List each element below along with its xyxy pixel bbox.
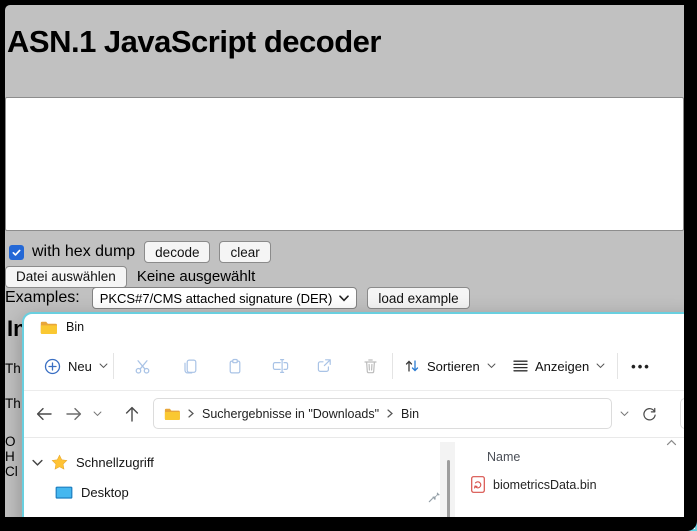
view-button[interactable]: Anzeigen bbox=[513, 352, 605, 380]
clipped-list-text: O bbox=[5, 434, 16, 449]
explorer-tab-bin[interactable]: Bin bbox=[40, 320, 84, 334]
share-icon bbox=[316, 358, 332, 374]
decode-controls-row: with hex dump decode clear bbox=[5, 241, 271, 263]
hex-dump-checkbox[interactable] bbox=[9, 245, 24, 260]
clipped-list-text: H bbox=[5, 449, 15, 464]
explorer-tab-bar: Bin bbox=[24, 314, 695, 342]
sidebar-item-label: Desktop bbox=[81, 485, 129, 500]
clear-button[interactable]: clear bbox=[219, 241, 270, 263]
column-header-name[interactable]: Name bbox=[487, 450, 520, 464]
sort-button-label: Sortieren bbox=[427, 359, 480, 374]
search-box[interactable] bbox=[680, 398, 697, 429]
arrow-up-icon bbox=[125, 406, 139, 422]
arrow-right-icon bbox=[66, 407, 82, 421]
view-button-label: Anzeigen bbox=[535, 359, 589, 374]
chevron-down-icon bbox=[487, 363, 496, 369]
explorer-content: Schnellzugriff Desktop bbox=[24, 438, 695, 531]
plus-circle-icon bbox=[44, 358, 61, 375]
new-button[interactable]: Neu bbox=[38, 352, 114, 380]
clipped-paragraph-text: Th bbox=[5, 361, 21, 376]
file-name: biometricsData.bin bbox=[493, 478, 597, 492]
sidebar-item-label: Schnellzugriff bbox=[76, 455, 154, 470]
toolbar-divider bbox=[392, 353, 393, 379]
chevron-down-icon bbox=[596, 363, 605, 369]
more-options-button[interactable]: ••• bbox=[628, 356, 654, 376]
back-button[interactable] bbox=[34, 404, 54, 424]
horizontal-scrollbar[interactable] bbox=[30, 517, 442, 522]
star-icon bbox=[51, 454, 68, 471]
screenshot-stage: ASN.1 JavaScript decoder with hex dump d… bbox=[0, 0, 697, 531]
sidebar-item-desktop[interactable]: Desktop bbox=[55, 485, 129, 500]
sidebar-scrollbar-thumb[interactable] bbox=[447, 460, 450, 531]
chevron-up-icon bbox=[666, 439, 677, 446]
file-explorer-window: Bin Neu bbox=[22, 312, 697, 531]
new-button-label: Neu bbox=[68, 359, 92, 374]
paste-button[interactable] bbox=[225, 356, 245, 376]
address-dropdown-button[interactable] bbox=[616, 404, 632, 424]
view-lines-icon bbox=[513, 359, 528, 373]
chevron-down-icon bbox=[99, 363, 108, 369]
copy-button[interactable] bbox=[180, 356, 200, 376]
bin-file-icon bbox=[471, 476, 485, 493]
chevron-down-icon bbox=[620, 411, 629, 417]
paste-icon bbox=[227, 358, 243, 375]
chevron-right-icon bbox=[188, 409, 194, 418]
chevron-right-icon bbox=[387, 409, 393, 418]
decode-button[interactable]: decode bbox=[144, 241, 210, 263]
examples-row: Examples: PKCS#7/CMS attached signature … bbox=[5, 287, 470, 309]
file-input-row: Datei auswählen Keine ausgewählt bbox=[5, 266, 255, 287]
refresh-icon bbox=[642, 407, 657, 422]
asn1-input-textarea[interactable] bbox=[5, 97, 684, 231]
file-status-text: Keine ausgewählt bbox=[137, 268, 255, 285]
examples-label: Examples: bbox=[5, 289, 80, 307]
checkmark-icon bbox=[11, 247, 22, 258]
desktop-icon bbox=[55, 486, 73, 500]
explorer-toolbar: Neu bbox=[24, 342, 695, 391]
rename-button[interactable] bbox=[270, 356, 290, 376]
copy-icon bbox=[182, 358, 198, 375]
explorer-address-bar: Suchergebnisse in "Downloads" Bin bbox=[24, 391, 695, 438]
page-title: ASN.1 JavaScript decoder bbox=[7, 24, 381, 60]
breadcrumb-search-results[interactable]: Suchergebnisse in "Downloads" bbox=[202, 407, 379, 421]
arrow-left-icon bbox=[36, 407, 52, 421]
file-row-biometricsdata[interactable]: biometricsData.bin bbox=[471, 476, 597, 493]
clipped-paragraph-text: Th bbox=[5, 396, 21, 411]
recent-locations-button[interactable] bbox=[90, 404, 104, 424]
chevron-down-icon bbox=[339, 295, 349, 302]
toolbar-divider bbox=[617, 353, 618, 379]
cut-button[interactable] bbox=[132, 356, 152, 376]
sort-button[interactable]: Sortieren bbox=[404, 352, 496, 380]
file-list-scroll-up[interactable] bbox=[666, 439, 677, 446]
delete-button[interactable] bbox=[360, 356, 380, 376]
share-icon-button[interactable] bbox=[314, 356, 334, 376]
hex-dump-label: with hex dump bbox=[32, 243, 135, 261]
load-example-button[interactable]: load example bbox=[367, 287, 469, 309]
folder-icon bbox=[164, 408, 180, 420]
sidebar-item-quick-access[interactable]: Schnellzugriff bbox=[32, 454, 154, 471]
breadcrumb-bin[interactable]: Bin bbox=[401, 407, 419, 421]
chevron-down-icon bbox=[32, 459, 43, 467]
examples-select-value: PKCS#7/CMS attached signature (DER) bbox=[100, 291, 333, 306]
forward-button[interactable] bbox=[64, 404, 84, 424]
explorer-tab-title: Bin bbox=[66, 320, 84, 334]
toolbar-divider bbox=[113, 353, 114, 379]
sort-arrows-icon bbox=[404, 358, 420, 374]
up-button[interactable] bbox=[122, 404, 142, 424]
chevron-down-icon bbox=[93, 411, 102, 417]
clipped-list-text: Cl bbox=[5, 464, 18, 479]
choose-file-button[interactable]: Datei auswählen bbox=[5, 266, 127, 288]
address-breadcrumb-box[interactable]: Suchergebnisse in "Downloads" Bin bbox=[153, 398, 612, 429]
scissors-icon bbox=[134, 358, 151, 375]
refresh-button[interactable] bbox=[639, 404, 659, 424]
rename-icon bbox=[272, 358, 289, 374]
trash-icon bbox=[363, 358, 378, 374]
folder-icon bbox=[40, 321, 57, 334]
examples-select[interactable]: PKCS#7/CMS attached signature (DER) bbox=[92, 287, 358, 309]
